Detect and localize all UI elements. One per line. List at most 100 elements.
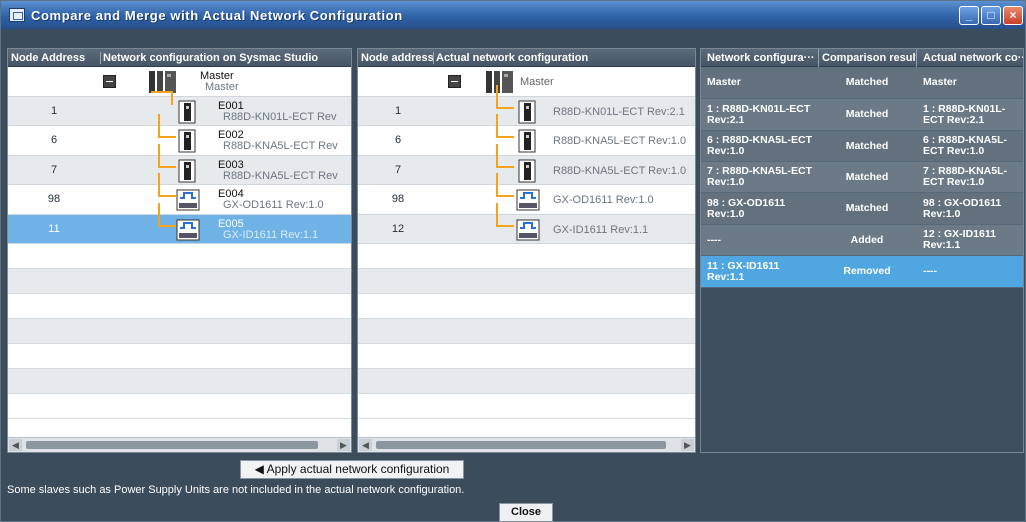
comparison-row[interactable]: 1 : R88D-KN01L-ECT Rev:2.1 Matched 1 : R… [701,99,1023,131]
table-row[interactable]: 6 R88D-KNA5L-ECT Rev:1.0 [358,114,695,156]
table-row[interactable]: 12 GX-ID1611 Rev:1.1 [358,202,695,244]
empty-row [358,294,695,319]
scroll-thumb[interactable] [376,441,666,449]
actual-header: Node address Actual network configuratio… [358,49,695,67]
empty-row [8,244,351,269]
table-row[interactable]: 6 E002 R88D-KNA5L-ECT Rev [8,114,351,156]
collapse-icon[interactable] [448,75,461,88]
table-row[interactable]: 1 E001 R88D-KN01L-ECT Rev [8,90,351,126]
result-value: Added [850,233,884,246]
empty-row [8,319,351,344]
node-address: 98 [47,193,61,206]
comparison-header: Network configura··· Comparison result A… [701,49,1023,67]
comparison-row[interactable]: 98 : GX-OD1611 Rev:1.0 Matched 98 : GX-O… [701,193,1023,225]
device-model: R88D-KNA5L-ECT Rev [223,169,338,182]
table-row[interactable]: 7 R88D-KNA5L-ECT Rev:1.0 [358,143,695,185]
sysmac-value: 98 : GX-OD1611 Rev:1.0 [707,196,786,220]
minimize-button[interactable]: _ [959,6,979,25]
device-model: R88D-KN01L-ECT Rev [223,110,337,123]
device-name: E001 [218,99,244,112]
empty-row [358,344,695,369]
device-model: GX-OD1611 Rev:1.0 [553,194,654,206]
horizontal-scrollbar[interactable]: ◀ ▶ [8,437,351,452]
sysmac-config-panel: Node Address Network configuration on Sy… [7,48,352,453]
device-model: R88D-KN01L-ECT Rev:2.1 [553,105,685,118]
maximize-button[interactable]: □ [981,6,1001,25]
result-value: Matched [845,108,889,120]
empty-row [358,269,695,294]
table-row[interactable]: 98 E004 GX-OD1611 Rev:1.0 [8,173,351,215]
horizontal-scrollbar[interactable]: ◀ ▶ [358,437,695,452]
close-window-button[interactable]: × [1003,6,1023,25]
actual-value: 7 : R88D-KNA5L-ECT Rev:1.0 [923,165,1008,188]
io-unit-icon [176,189,200,211]
header-actual-config: Actual network configuration [433,51,588,64]
device-name: E005 [218,217,244,230]
actual-value: ---- [923,265,937,277]
node-address: 1 [394,104,402,117]
comparison-row[interactable]: Master Matched Master [701,67,1023,99]
scroll-left-icon[interactable]: ◀ [9,439,22,451]
actual-value: 98 : GX-OD1611 Rev:1.0 [923,196,1002,220]
actual-value: 1 : R88D-KN01L-ECT Rev:2.1 [923,102,1006,126]
node-address: 6 [394,134,402,147]
servo-drive-icon [518,129,536,153]
comparison-row[interactable]: ---- Added 12 : GX-ID1611 Rev:1.1 [701,225,1023,256]
result-value: Removed [843,265,891,277]
comparison-row[interactable]: 7 : R88D-KNA5L-ECT Rev:1.0 Matched 7 : R… [701,162,1023,193]
servo-drive-icon [178,129,196,153]
collapse-icon[interactable] [103,75,116,88]
empty-row [8,269,351,294]
title-bar[interactable]: Compare and Merge with Actual Network Co… [1,1,1025,29]
table-row[interactable]: 1 R88D-KN01L-ECT Rev:2.1 [358,84,695,126]
io-unit-icon [516,219,540,240]
device-model: GX-ID1611 Rev:1.1 [553,223,649,236]
node-address: 7 [50,163,58,176]
actual-value: Master [923,76,957,88]
apply-button-label: Apply actual network configuration [266,462,450,476]
result-value: Matched [845,139,889,152]
device-model: R88D-KNA5L-ECT Rev [223,140,338,152]
table-row[interactable]: 7 E003 R88D-KNA5L-ECT Rev [8,143,351,185]
window-icon [9,8,25,22]
device-model: R88D-KNA5L-ECT Rev:1.0 [553,164,687,177]
sysmac-value: 11 : GX-ID1611 Rev:1.1 [707,259,780,283]
empty-row [358,394,695,419]
table-row-selected[interactable]: 11 E005 GX-ID1611 Rev:1.1 [8,202,351,244]
node-address: 6 [50,134,58,147]
sysmac-value: 6 : R88D-KNA5L-ECT Rev:1.0 [707,134,813,157]
sysmac-value: ---- [707,233,721,246]
servo-drive-icon [178,159,196,182]
empty-row [8,294,351,319]
scroll-right-icon[interactable]: ▶ [337,439,350,451]
io-unit-icon [176,219,200,240]
node-address: 12 [391,222,405,235]
table-row[interactable]: 98 GX-OD1611 Rev:1.0 [358,173,695,215]
scroll-left-icon[interactable]: ◀ [359,439,372,451]
compare-merge-dialog: Compare and Merge with Actual Network Co… [0,0,1026,522]
master-name: Master [520,76,554,88]
header-network-config: Network configuration on Sysmac Studio [100,51,318,64]
empty-row [8,344,351,369]
device-model: R88D-KNA5L-ECT Rev:1.0 [553,135,687,147]
close-button[interactable]: Close [499,503,553,522]
servo-drive-icon [178,100,196,123]
sysmac-value: 1 : R88D-KN01L-ECT Rev:2.1 [707,102,811,126]
comparison-row[interactable]: 6 : R88D-KNA5L-ECT Rev:1.0 Matched 6 : R… [701,131,1023,162]
master-row[interactable]: Master Master [8,67,351,97]
apply-actual-config-button[interactable]: ◀ Apply actual network configuration [240,460,464,479]
result-value: Matched [845,76,889,88]
comparison-row-selected[interactable]: 11 : GX-ID1611 Rev:1.1 Removed ---- [701,256,1023,288]
actual-value: 12 : GX-ID1611 Rev:1.1 [923,228,996,251]
scroll-thumb[interactable] [26,441,318,449]
arrow-left-icon: ◀ [254,462,267,476]
master-row[interactable]: Master [358,67,695,97]
info-note: Some slaves such as Power Supply Units a… [7,484,465,496]
node-address: 98 [391,193,405,206]
result-value: Matched [845,202,889,214]
scroll-right-icon[interactable]: ▶ [681,439,694,451]
empty-row [8,394,351,419]
sysmac-header: Node Address Network configuration on Sy… [8,49,351,67]
header-node-address: Node Address [11,51,86,64]
sysmac-value: Master [707,76,741,88]
